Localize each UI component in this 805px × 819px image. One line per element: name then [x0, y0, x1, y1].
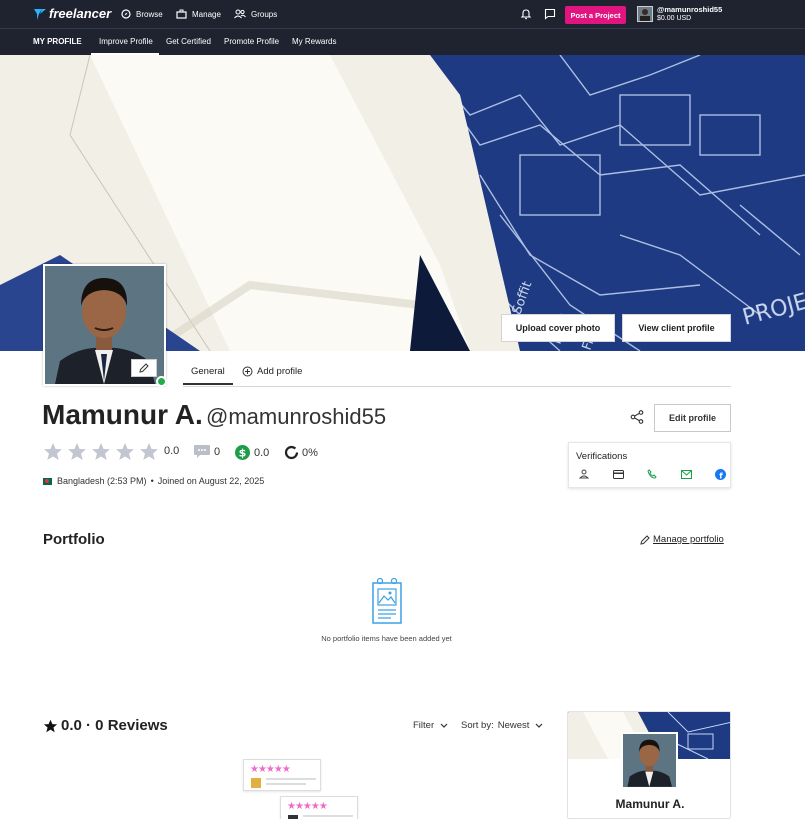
- edit-avatar-button[interactable]: [131, 359, 157, 377]
- subnav-my-rewards[interactable]: My Rewards: [292, 37, 336, 46]
- online-status-indicator: [156, 376, 167, 387]
- placeholder-avatar: [288, 815, 298, 819]
- post-project-button[interactable]: Post a Project: [565, 6, 626, 24]
- bangladesh-flag-icon: [43, 477, 52, 485]
- manage-portfolio-link[interactable]: Manage portfolio: [640, 534, 724, 545]
- review-placeholder-card: ★★★★★: [280, 796, 358, 819]
- placeholder-avatar: [251, 778, 261, 788]
- reviews-sort-dropdown[interactable]: Sort by: Newest: [461, 720, 544, 731]
- mini-profile-photo: [623, 734, 676, 787]
- briefcase-icon: [176, 9, 187, 19]
- share-icon[interactable]: [630, 410, 644, 424]
- phone-icon[interactable]: [646, 468, 658, 480]
- empty-portfolio-icon: [372, 577, 402, 624]
- mini-profile-name: Mamunur A.: [615, 797, 685, 811]
- review-placeholder-card: ★★★★★: [243, 759, 321, 791]
- subnav-get-certified[interactable]: Get Certified: [166, 37, 211, 46]
- rating-stars: [43, 442, 161, 462]
- tab-divider: [183, 386, 731, 387]
- messages-icon[interactable]: [544, 8, 556, 20]
- rating-value: 0.0: [164, 445, 180, 457]
- profile-preview-card[interactable]: Mamunur A.: [567, 711, 731, 819]
- placeholder-stars-icon: ★★★★★: [287, 801, 328, 812]
- person-silhouette-icon: [640, 9, 650, 21]
- verifications-title: Verifications: [576, 451, 628, 462]
- compass-icon: [121, 9, 131, 19]
- subnav-my-profile[interactable]: MY PROFILE: [33, 37, 82, 46]
- freelancer-bird-icon: [34, 8, 46, 20]
- subnav-promote-profile[interactable]: Promote Profile: [224, 37, 279, 46]
- freelancer-logo[interactable]: freelancer: [33, 6, 111, 21]
- placeholder-stars-icon: ★★★★★: [250, 764, 291, 775]
- groups-nav[interactable]: Groups: [234, 9, 277, 19]
- earnings-stat: $ 0.0: [235, 445, 269, 460]
- view-client-profile-button[interactable]: View client profile: [622, 314, 731, 342]
- identity-icon[interactable]: [578, 468, 590, 480]
- profile-name: Mamunur A.: [42, 399, 203, 430]
- svg-text:f: f: [719, 471, 723, 480]
- top-navbar: freelancer Browse Manage Groups Post a P…: [0, 0, 805, 28]
- manage-nav[interactable]: Manage: [176, 9, 221, 19]
- facebook-icon[interactable]: f: [714, 468, 726, 480]
- browse-nav[interactable]: Browse: [121, 9, 163, 19]
- progress-ring-icon: [284, 445, 299, 460]
- location-line: Bangladesh (2:53 PM) • Joined on August …: [43, 476, 264, 486]
- email-icon[interactable]: [680, 468, 692, 480]
- chat-bubble-icon: [194, 445, 210, 458]
- reviews-heading: 0.0 · 0 Reviews: [43, 717, 168, 734]
- profile-subnav: MY PROFILE Improve Profile Get Certified…: [0, 28, 805, 55]
- balance-label: $0.00 USD: [657, 15, 692, 22]
- tab-general[interactable]: General: [191, 366, 225, 377]
- bell-icon[interactable]: [520, 8, 532, 20]
- username-label[interactable]: @mamunroshid55: [657, 5, 722, 14]
- star-icon: [43, 719, 58, 732]
- svg-text:$: $: [239, 446, 247, 459]
- groups-icon: [234, 9, 246, 19]
- payment-icon[interactable]: [612, 468, 624, 480]
- add-circle-icon: [242, 366, 253, 377]
- mini-avatar: [621, 732, 678, 789]
- portfolio-heading: Portfolio: [43, 531, 105, 548]
- subnav-improve-profile[interactable]: Improve Profile: [99, 37, 153, 46]
- empty-portfolio-message: No portfolio items have been added yet: [321, 634, 452, 643]
- pencil-icon: [640, 534, 650, 545]
- edit-profile-button[interactable]: Edit profile: [654, 404, 731, 432]
- verifications-card: Verifications f: [568, 442, 731, 488]
- profile-handle: @mamunroshid55: [206, 404, 387, 429]
- upload-cover-photo-button[interactable]: Upload cover photo: [501, 314, 615, 342]
- chevron-down-icon: [440, 723, 448, 728]
- user-avatar[interactable]: [637, 6, 653, 22]
- reviews-filter-dropdown[interactable]: Filter: [413, 720, 449, 731]
- chevron-down-icon: [536, 723, 543, 728]
- completion-stat: 0%: [284, 445, 318, 460]
- tab-active-indicator: [183, 383, 233, 385]
- verification-icons: f: [578, 468, 726, 480]
- tab-add-profile[interactable]: Add profile: [242, 366, 302, 377]
- star-rating-icons: [44, 443, 158, 460]
- pencil-icon: [139, 363, 149, 373]
- dollar-icon: $: [235, 445, 250, 460]
- reviews-count-stat: 0: [194, 445, 220, 458]
